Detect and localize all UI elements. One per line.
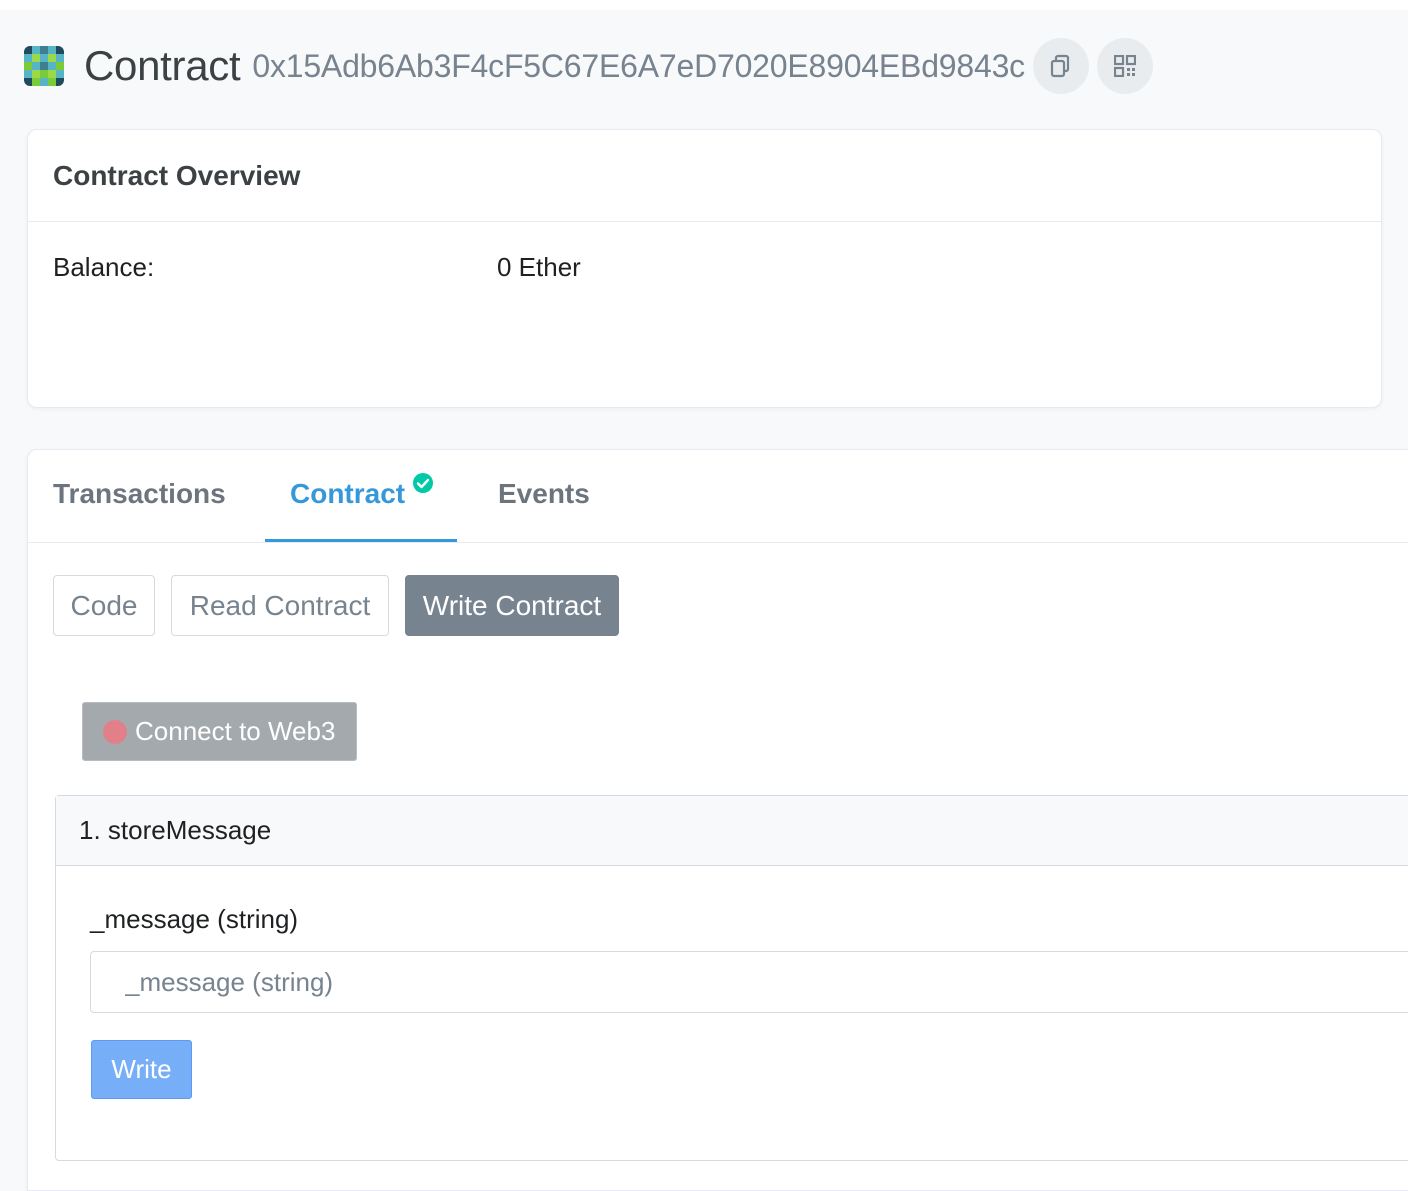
identicon-cell xyxy=(40,62,48,70)
identicon-cell xyxy=(24,78,32,86)
tab-contract[interactable]: Contract xyxy=(290,478,405,510)
identicon-cell xyxy=(24,70,32,78)
balance-row: Balance: 0 Ether xyxy=(28,222,1381,312)
write-contract-button[interactable]: Write Contract xyxy=(405,575,619,636)
tab-transactions[interactable]: Transactions xyxy=(53,478,226,510)
contract-tabs-card: Transactions Contract Events Code Read C… xyxy=(27,449,1408,1191)
contract-overview-card: Contract Overview Balance: 0 Ether xyxy=(27,129,1382,408)
balance-label: Balance: xyxy=(53,252,155,282)
contract-address[interactable]: 0x15Adb6Ab3F4cF5C67E6A7eD7020E8904EBd984… xyxy=(252,48,1025,85)
write-button[interactable]: Write xyxy=(91,1040,192,1099)
identicon-cell xyxy=(32,62,40,70)
message-input[interactable] xyxy=(90,951,1408,1013)
identicon-cell xyxy=(48,70,56,78)
tab-events[interactable]: Events xyxy=(498,478,590,510)
identicon-cell xyxy=(32,46,40,54)
copy-icon xyxy=(1050,54,1070,78)
identicon-cell xyxy=(56,62,64,70)
copy-address-button[interactable] xyxy=(1032,38,1089,94)
identicon-cell xyxy=(56,78,64,86)
identicon-cell xyxy=(32,70,40,78)
disconnected-status-dot xyxy=(103,719,127,744)
identicon-cell xyxy=(40,54,48,62)
contract-identicon xyxy=(24,46,64,86)
identicon-cell xyxy=(32,78,40,86)
qr-code-button[interactable] xyxy=(1096,38,1153,94)
identicon-cell xyxy=(40,70,48,78)
active-tab-indicator xyxy=(265,539,457,542)
connect-web3-label: Connect to Web3 xyxy=(135,716,336,746)
method-header[interactable]: 1. storeMessage xyxy=(56,796,1408,866)
page-header: Contract 0x15Adb6Ab3F4cF5C67E6A7eD7020E8… xyxy=(24,38,1153,94)
identicon-cell xyxy=(24,46,32,54)
identicon-cell xyxy=(32,54,40,62)
identicon-cell xyxy=(24,54,32,62)
identicon-cell xyxy=(56,46,64,54)
method-store-message: 1. storeMessage _message (string) Write xyxy=(55,795,1408,1161)
page-title: Contract xyxy=(84,42,241,89)
check-circle-icon xyxy=(413,473,433,493)
balance-value: 0 Ether xyxy=(497,252,581,282)
top-strip xyxy=(0,0,1408,10)
code-button[interactable]: Code xyxy=(53,575,155,636)
identicon-cell xyxy=(56,70,64,78)
identicon-cell xyxy=(48,62,56,70)
identicon-cell xyxy=(48,78,56,86)
message-param-label: _message (string) xyxy=(90,904,299,934)
overview-title: Contract Overview xyxy=(28,130,1381,222)
identicon-cell xyxy=(40,78,48,86)
connect-web3-button[interactable]: Connect to Web3 xyxy=(82,702,357,761)
identicon-cell xyxy=(48,46,56,54)
qr-code-icon xyxy=(1113,55,1136,77)
identicon-cell xyxy=(48,54,56,62)
read-contract-button[interactable]: Read Contract xyxy=(171,575,389,636)
identicon-cell xyxy=(56,54,64,62)
identicon-cell xyxy=(24,62,32,70)
identicon-cell xyxy=(40,46,48,54)
tab-bar: Transactions Contract Events xyxy=(28,450,1408,543)
